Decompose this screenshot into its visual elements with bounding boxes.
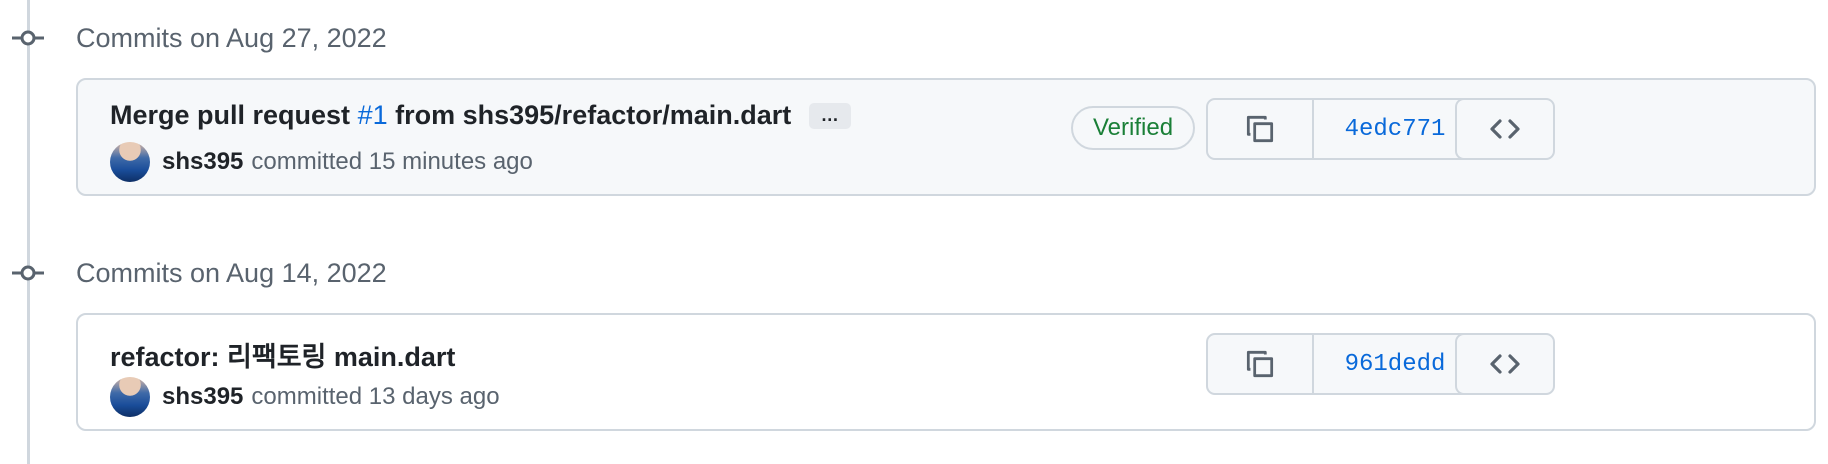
verified-badge[interactable]: Verified [1071, 106, 1196, 150]
code-icon [1490, 119, 1520, 139]
author-link[interactable]: shs395 [162, 383, 243, 411]
expand-message-button[interactable]: … [809, 102, 852, 129]
author-link[interactable]: shs395 [162, 148, 243, 176]
avatar[interactable] [110, 377, 150, 417]
commit-item: refactor: 리팩토링 main.dart shs395 committe… [76, 313, 1816, 431]
commit-time: committed 15 minutes ago [251, 148, 533, 175]
timeline-line [27, 0, 30, 464]
commit-title[interactable]: refactor: 리팩토링 main.dart [110, 335, 455, 374]
sha-button-group: 961dedd [1206, 333, 1478, 395]
git-commit-icon [12, 30, 44, 46]
pull-request-link[interactable]: #1 [358, 100, 388, 130]
code-icon [1490, 354, 1520, 374]
commit-sha-link[interactable]: 4edc771 [1314, 100, 1476, 158]
avatar[interactable] [110, 142, 150, 182]
browse-repo-button[interactable] [1455, 98, 1555, 160]
commit-time: committed 13 days ago [251, 383, 500, 410]
commit-sha-link[interactable]: 961dedd [1314, 335, 1476, 393]
commit-date-heading: Commits on Aug 14, 2022 [76, 258, 387, 288]
commit-title[interactable]: Merge pull request #1 from shs395/refact… [110, 100, 791, 131]
commit-item: Merge pull request #1 from shs395/refact… [76, 78, 1816, 196]
copy-icon [1246, 115, 1274, 143]
copy-icon [1246, 350, 1274, 378]
browse-repo-button[interactable] [1455, 333, 1555, 395]
sha-button-group: 4edc771 [1206, 98, 1478, 160]
copy-sha-button[interactable] [1208, 335, 1314, 393]
copy-sha-button[interactable] [1208, 100, 1314, 158]
git-commit-icon [12, 265, 44, 281]
commit-date-heading: Commits on Aug 27, 2022 [76, 23, 387, 53]
